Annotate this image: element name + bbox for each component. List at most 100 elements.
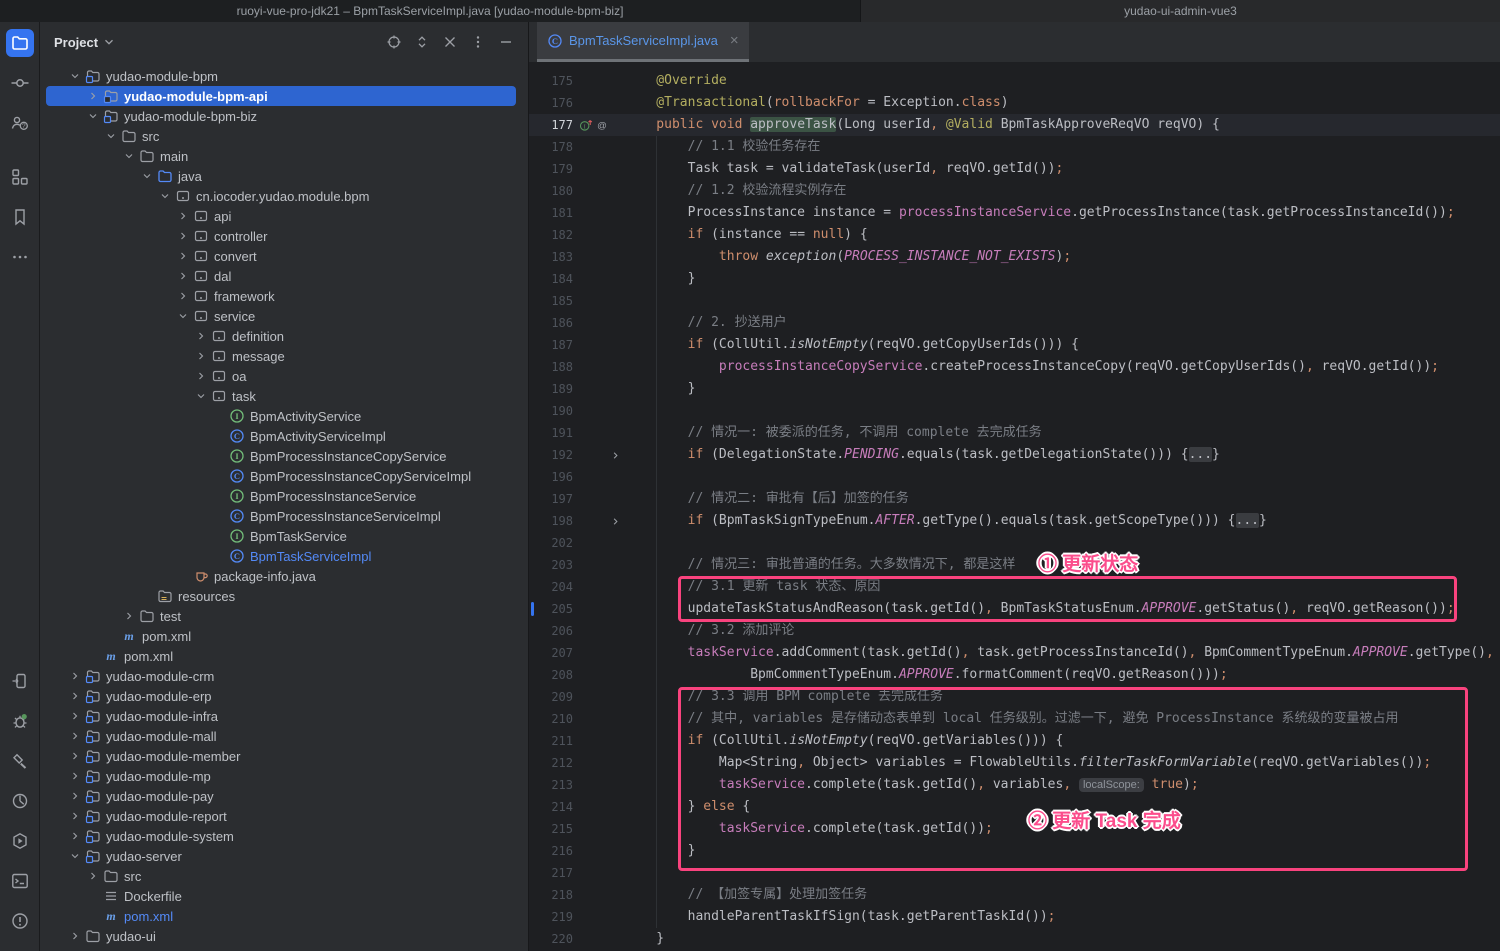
tree-item-test[interactable]: test: [40, 606, 528, 626]
tree-item-yudao-module-member[interactable]: yudao-module-member: [40, 746, 528, 766]
tree-item-bpmtaskservice[interactable]: IBpmTaskService: [40, 526, 528, 546]
tree-item-bpmactivityserviceimpl[interactable]: CBpmActivityServiceImpl: [40, 426, 528, 446]
code-line-188[interactable]: 188 processInstanceCopyService.createPro…: [529, 356, 1500, 378]
services-icon[interactable]: [6, 667, 34, 695]
tree-item-yudao-module-bpm-api[interactable]: yudao-module-bpm-api: [40, 86, 528, 106]
code-line-192[interactable]: 192 if (DelegationState.PENDING.equals(t…: [529, 444, 1500, 466]
tree-item-yudao-module-erp[interactable]: yudao-module-erp: [40, 686, 528, 706]
tree-item-yudao-module-report[interactable]: yudao-module-report: [40, 806, 528, 826]
chevron-down-icon[interactable]: [192, 388, 210, 404]
code-line-180[interactable]: 180 // 1.2 校验流程实例存在: [529, 180, 1500, 202]
code-line-211[interactable]: 211 if (CollUtil.isNotEmpty(reqVO.getVar…: [529, 730, 1500, 752]
tree-item-java[interactable]: java: [40, 166, 528, 186]
code-line-191[interactable]: 191 // 情况一: 被委派的任务, 不调用 complete 去完成任务: [529, 422, 1500, 444]
tree-item-bpmprocessinstancecopyserviceimpl[interactable]: CBpmProcessInstanceCopyServiceImpl: [40, 466, 528, 486]
code-line-214[interactable]: 214 } else {: [529, 796, 1500, 818]
code-line-216[interactable]: 216 }: [529, 840, 1500, 862]
code-line-186[interactable]: 186 // 2. 抄送用户: [529, 312, 1500, 334]
project-icon[interactable]: [6, 29, 34, 57]
terminal-icon[interactable]: [6, 867, 34, 895]
chevron-down-icon[interactable]: [66, 848, 84, 864]
chevron-down-icon[interactable]: [138, 168, 156, 184]
code-line-184[interactable]: 184 }: [529, 268, 1500, 290]
code-line-218[interactable]: 218 // 【加签专属】处理加签任务: [529, 884, 1500, 906]
tree-item-pom-xml[interactable]: mpom.xml: [40, 626, 528, 646]
tree-item-yudao-ui[interactable]: yudao-ui: [40, 926, 528, 946]
code-line-179[interactable]: 179 Task task = validateTask(userId, req…: [529, 158, 1500, 180]
code-line-190[interactable]: 190: [529, 400, 1500, 422]
tree-item-bpmprocessinstanceservice[interactable]: IBpmProcessInstanceService: [40, 486, 528, 506]
tree-item-src[interactable]: src: [40, 866, 528, 886]
tree-item-resources[interactable]: resources: [40, 586, 528, 606]
build-icon[interactable]: [6, 747, 34, 775]
code-line-202[interactable]: 202: [529, 532, 1500, 554]
chevron-right-icon[interactable]: [66, 668, 84, 684]
hide-panel-icon[interactable]: [498, 34, 514, 50]
code-line-196[interactable]: 196: [529, 466, 1500, 488]
fold-arrow-icon[interactable]: [607, 450, 623, 461]
code-line-204[interactable]: 204 // 3.1 更新 task 状态、原因: [529, 576, 1500, 598]
tree-item-pom-xml[interactable]: mpom.xml: [40, 646, 528, 666]
code-line-187[interactable]: 187 if (CollUtil.isNotEmpty(reqVO.getCop…: [529, 334, 1500, 356]
code-line-212[interactable]: 212 Map<String, Object> variables = Flow…: [529, 752, 1500, 774]
code-line-177[interactable]: 177I@ public void approveTask(Long userI…: [529, 114, 1500, 136]
fold-arrow-icon[interactable]: [607, 516, 623, 527]
chevron-down-icon[interactable]: [66, 68, 84, 84]
chevron-down-icon[interactable]: [102, 128, 120, 144]
code-line-215[interactable]: 215 taskService.complete(task.getId());: [529, 818, 1500, 840]
tree-item-main[interactable]: main: [40, 146, 528, 166]
chevron-down-icon[interactable]: [84, 108, 102, 124]
chevron-right-icon[interactable]: [66, 708, 84, 724]
annotation-icon[interactable]: @: [595, 118, 609, 132]
tree-item-api[interactable]: api: [40, 206, 528, 226]
chevron-right-icon[interactable]: [66, 768, 84, 784]
tree-item-src[interactable]: src: [40, 126, 528, 146]
chevron-right-icon[interactable]: [174, 268, 192, 284]
code-line-219[interactable]: 219 handleParentTaskIfSign(task.getParen…: [529, 906, 1500, 928]
code-line-189[interactable]: 189 }: [529, 378, 1500, 400]
chevron-right-icon[interactable]: [66, 828, 84, 844]
chevron-down-icon[interactable]: [120, 148, 138, 164]
run-icon[interactable]: [6, 827, 34, 855]
tree-item-package-info-java[interactable]: package-info.java: [40, 566, 528, 586]
chevron-right-icon[interactable]: [192, 328, 210, 344]
more-options-icon[interactable]: [470, 34, 486, 50]
tree-item-yudao-module-crm[interactable]: yudao-module-crm: [40, 666, 528, 686]
code-line-175[interactable]: 175 @Override: [529, 70, 1500, 92]
code-line-210[interactable]: 210 // 其中, variables 是存储动态表单到 local 任务级别…: [529, 708, 1500, 730]
tree-item-bpmprocessinstanceserviceimpl[interactable]: CBpmProcessInstanceServiceImpl: [40, 506, 528, 526]
tree-item-pom-xml[interactable]: mpom.xml: [40, 906, 528, 926]
chevron-right-icon[interactable]: [66, 928, 84, 944]
tree-item-convert[interactable]: convert: [40, 246, 528, 266]
tree-item-dal[interactable]: dal: [40, 266, 528, 286]
tree-item-service[interactable]: service: [40, 306, 528, 326]
chevron-right-icon[interactable]: [66, 808, 84, 824]
tree-item-dockerfile[interactable]: Dockerfile: [40, 886, 528, 906]
chevron-right-icon[interactable]: [84, 88, 102, 104]
profiler-icon[interactable]: [6, 787, 34, 815]
tree-item-bpmprocessinstancecopyservice[interactable]: IBpmProcessInstanceCopyService: [40, 446, 528, 466]
code-line-198[interactable]: 198 if (BpmTaskSignTypeEnum.AFTER.getTyp…: [529, 510, 1500, 532]
code-line-185[interactable]: 185: [529, 290, 1500, 312]
code-line-203[interactable]: 203 // 情况三: 审批普通的任务。大多数情况下, 都是这样: [529, 554, 1500, 576]
tree-item-task[interactable]: task: [40, 386, 528, 406]
chevron-right-icon[interactable]: [84, 868, 102, 884]
chevron-right-icon[interactable]: [120, 608, 138, 624]
chevron-right-icon[interactable]: [174, 248, 192, 264]
tree-item-yudao-module-bpm-biz[interactable]: yudao-module-bpm-biz: [40, 106, 528, 126]
chevron-right-icon[interactable]: [174, 228, 192, 244]
chevron-right-icon[interactable]: [66, 748, 84, 764]
code-line-181[interactable]: 181 ProcessInstance instance = processIn…: [529, 202, 1500, 224]
code-line-197[interactable]: 197 // 情况二: 审批有【后】加签的任务: [529, 488, 1500, 510]
tree-item-controller[interactable]: controller: [40, 226, 528, 246]
chevron-right-icon[interactable]: [192, 348, 210, 364]
code-line-178[interactable]: 178 // 1.1 校验任务存在: [529, 136, 1500, 158]
code-line-220[interactable]: 220 }: [529, 928, 1500, 950]
tree-item-message[interactable]: message: [40, 346, 528, 366]
code-line-207[interactable]: 207 taskService.addComment(task.getId(),…: [529, 642, 1500, 664]
tree-item-bpmactivityservice[interactable]: IBpmActivityService: [40, 406, 528, 426]
code-line-213[interactable]: 213 taskService.complete(task.getId(), v…: [529, 774, 1500, 796]
tree-item-framework[interactable]: framework: [40, 286, 528, 306]
commit-icon[interactable]: [6, 69, 34, 97]
project-panel-title[interactable]: Project: [54, 35, 98, 50]
